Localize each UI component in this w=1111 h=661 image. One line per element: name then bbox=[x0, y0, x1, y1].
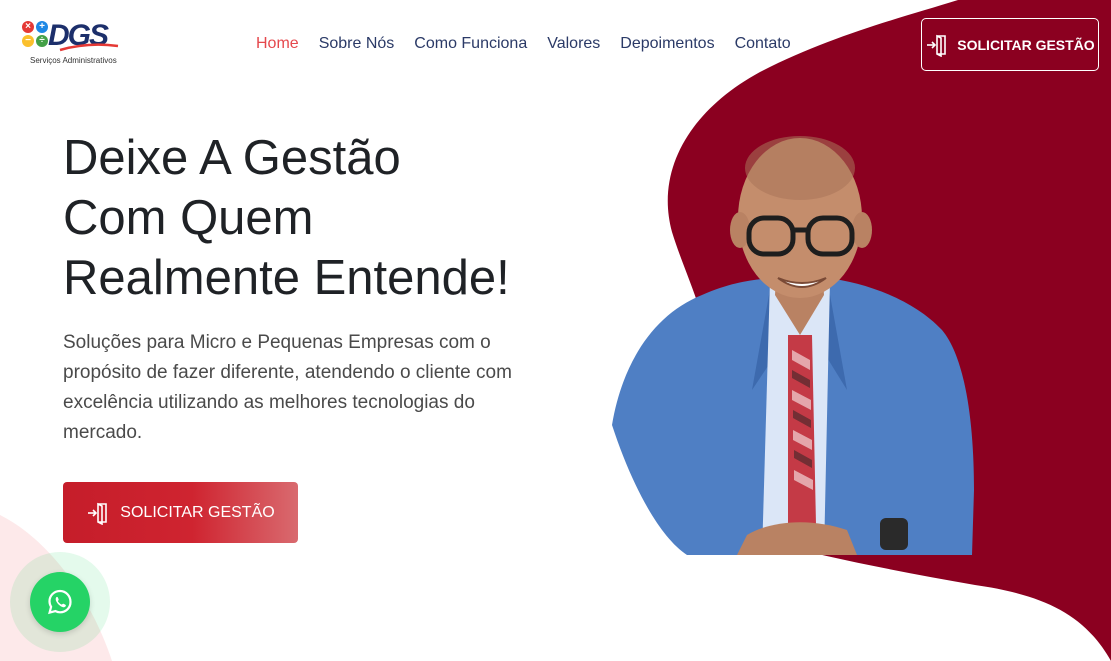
login-door-icon bbox=[927, 34, 947, 57]
hero-subtitle: Soluções para Micro e Pequenas Empresas … bbox=[63, 332, 512, 443]
nav-item-home[interactable]: Home bbox=[256, 34, 299, 54]
whatsapp-button[interactable] bbox=[30, 572, 90, 632]
logo-tagline: Serviços Administrativos bbox=[30, 56, 117, 65]
nav-item-sobre-nos[interactable]: Sobre Nós bbox=[319, 34, 395, 54]
brand-logo[interactable]: × + − ÷ DGS Serviços Administrativos bbox=[20, 18, 130, 70]
nav-item-contato[interactable]: Contato bbox=[735, 34, 791, 54]
header-cta-label: SOLICITAR GESTÃO bbox=[957, 36, 1095, 53]
nav-item-depoimentos[interactable]: Depoimentos bbox=[620, 34, 714, 54]
hero-title-line-2: Com Quem bbox=[63, 191, 314, 245]
logo-swoosh-icon bbox=[59, 43, 119, 52]
main-nav: Home Sobre Nós Como Funciona Valores Dep… bbox=[256, 34, 811, 54]
hero-title-line-3: Realmente Entende! bbox=[63, 251, 510, 305]
header-solicitar-gestao-button[interactable]: SOLICITAR GESTÃO bbox=[921, 18, 1099, 71]
hero-cta-label: SOLICITAR GESTÃO bbox=[120, 503, 275, 521]
hero-solicitar-gestao-button[interactable]: SOLICITAR GESTÃO bbox=[63, 482, 298, 543]
login-door-icon bbox=[88, 502, 108, 525]
hero-title-line-1: Deixe A Gestão bbox=[63, 131, 401, 185]
hero-title: Deixe A Gestão Com Quem Realmente Entend… bbox=[63, 128, 583, 308]
whatsapp-icon bbox=[48, 589, 72, 615]
hero-person-photo bbox=[612, 136, 974, 555]
calculator-dots-icon: × + − ÷ bbox=[22, 21, 50, 49]
nav-item-valores[interactable]: Valores bbox=[547, 34, 600, 54]
nav-item-como-funciona[interactable]: Como Funciona bbox=[414, 34, 527, 54]
